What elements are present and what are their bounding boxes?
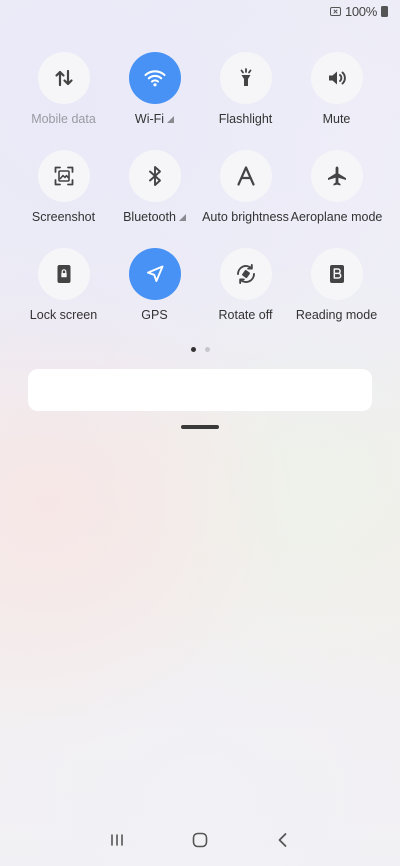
tile-bluetooth[interactable]: Bluetooth (109, 150, 200, 232)
tile-reading-mode[interactable]: Reading mode (291, 248, 382, 330)
home-icon (192, 832, 208, 848)
bluetooth-icon (128, 150, 181, 202)
tile-label: Rotate off (219, 308, 273, 322)
tile-label: Mute (323, 112, 351, 126)
tile-label-text: Wi-Fi (134, 112, 165, 126)
tile-label-text: Flashlight (218, 112, 273, 126)
mobile-data-icon (37, 52, 90, 104)
location-icon (128, 248, 181, 300)
tile-label-text: Rotate off (218, 308, 273, 322)
home-button[interactable] (180, 826, 220, 854)
panel-drag-handle[interactable] (181, 425, 219, 429)
signal-strength-icon (167, 115, 175, 123)
tile-gps[interactable]: GPS (109, 248, 200, 330)
tile-label: GPS (141, 308, 167, 322)
tile-label: Flashlight (219, 112, 273, 126)
tile-rotate[interactable]: Rotate off (200, 248, 291, 330)
navigation-bar (0, 812, 400, 866)
tile-label: Wi-Fi (134, 112, 175, 126)
tile-label-text: Aeroplane mode (290, 210, 383, 224)
battery-icon (381, 5, 388, 17)
wifi-icon (128, 52, 181, 104)
recent-apps-icon (111, 834, 123, 846)
tile-label: Auto brightness (202, 210, 289, 224)
tile-label-text: Mute (322, 112, 351, 126)
page-dot-active[interactable] (190, 347, 196, 352)
tile-flashlight[interactable]: Flashlight (200, 52, 291, 134)
tile-label-text: Reading mode (295, 308, 378, 322)
tile-wifi[interactable]: Wi-Fi (109, 52, 200, 134)
tile-label: Reading mode (296, 308, 377, 322)
tile-label: Aeroplane mode (291, 210, 383, 224)
rotate-icon (219, 248, 272, 300)
media-card[interactable] (28, 369, 372, 411)
quick-settings-grid: Mobile data Wi-Fi Flashlight Mute Screen… (18, 52, 382, 330)
no-sim-icon (329, 6, 341, 16)
recent-apps-button[interactable] (97, 826, 137, 854)
screenshot-icon (37, 150, 90, 202)
tile-mobile-data[interactable]: Mobile data (18, 52, 109, 134)
sound-icon (310, 52, 363, 104)
tile-label-text: Mobile data (31, 112, 96, 126)
signal-strength-icon (178, 213, 186, 221)
back-button[interactable] (263, 826, 303, 854)
status-bar: 100% (329, 0, 388, 22)
tile-aeroplane-mode[interactable]: Aeroplane mode (291, 150, 382, 232)
flashlight-icon (219, 52, 272, 104)
tile-label-text: Screenshot (31, 210, 96, 224)
page-dot[interactable] (204, 347, 210, 352)
tile-label: Mobile data (31, 112, 96, 126)
battery-percentage: 100% (344, 3, 377, 19)
tile-label-text: Bluetooth (123, 210, 176, 224)
tile-label: Bluetooth (123, 210, 186, 224)
lock-screen-icon (37, 248, 90, 300)
tile-mute[interactable]: Mute (291, 52, 382, 134)
tile-screenshot[interactable]: Screenshot (18, 150, 109, 232)
airplane-icon (310, 150, 363, 202)
tile-lock-screen[interactable]: Lock screen (18, 248, 109, 330)
auto-brightness-icon (219, 150, 272, 202)
tile-label-text: Lock screen (29, 308, 98, 322)
tile-label-text: GPS (141, 308, 168, 322)
reading-mode-icon (310, 248, 363, 300)
back-icon (278, 833, 287, 847)
tile-label: Screenshot (32, 210, 95, 224)
tile-auto-brightness[interactable]: Auto brightness (200, 150, 291, 232)
page-indicator (0, 347, 400, 352)
tile-label: Lock screen (30, 308, 97, 322)
tile-label-text: Auto brightness (202, 210, 289, 224)
